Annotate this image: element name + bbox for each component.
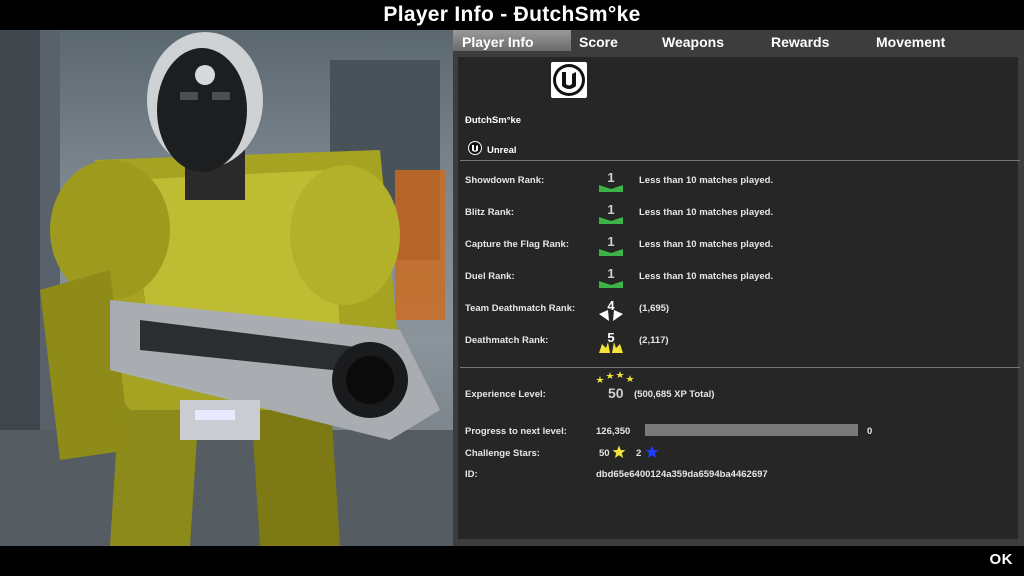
team-label: Unreal	[487, 145, 517, 156]
duel-rank-badge: 1	[596, 266, 626, 291]
showdown-rank-badge: 1	[596, 170, 626, 195]
id-label: ID:	[465, 469, 478, 480]
blue-star-count: 2	[636, 448, 642, 459]
rank-label: Team Deathmatch Rank:	[465, 303, 576, 314]
experience-label: Experience Level:	[465, 389, 546, 400]
blitz-rank-badge: 1	[596, 202, 626, 227]
tab-rewards[interactable]: Rewards	[771, 30, 829, 51]
bottom-bar: OK	[0, 546, 1024, 576]
rank-note: Less than 10 matches played.	[639, 271, 774, 282]
progress-remaining: 0	[867, 426, 873, 437]
tab-score[interactable]: Score	[579, 30, 618, 51]
tab-player-info[interactable]: Player Info	[453, 30, 571, 51]
gold-star-icon	[612, 445, 626, 462]
progress-label: Progress to next level:	[465, 426, 567, 437]
ok-button[interactable]: OK	[990, 551, 1014, 568]
divider	[460, 160, 1020, 161]
character-render	[0, 30, 453, 546]
window-title: Player Info - ÐutchSm°ke	[0, 0, 1024, 30]
team-logo-icon	[468, 141, 482, 155]
ctf-rank-badge: 1	[596, 234, 626, 259]
tab-movement[interactable]: Movement	[876, 30, 945, 51]
team-deathmatch-rank-badge: 4	[596, 298, 626, 323]
player-name: ÐutchSm°ke	[465, 115, 522, 126]
level-progress-fill	[645, 424, 858, 436]
divider	[460, 367, 1020, 368]
rank-label: Deathmatch Rank:	[465, 335, 549, 346]
level-progress-bar	[645, 424, 858, 436]
rank-note: Less than 10 matches played.	[639, 175, 774, 186]
gold-star-count: 50	[599, 448, 610, 459]
unreal-logo-icon	[551, 62, 587, 98]
experience-level: 50	[608, 385, 624, 401]
blue-star-icon	[645, 445, 659, 462]
player-info-panel: Player Info Score Weapons Rewards Moveme…	[453, 30, 1024, 546]
rank-note: (1,695)	[639, 303, 670, 314]
rank-note: Less than 10 matches played.	[639, 207, 774, 218]
rank-label: Blitz Rank:	[465, 207, 515, 218]
rank-note: (2,117)	[639, 335, 669, 346]
tab-bar: Player Info Score Weapons Rewards Moveme…	[453, 30, 1024, 51]
rank-note: Less than 10 matches played.	[639, 239, 774, 250]
rank-label: Duel Rank:	[465, 271, 515, 282]
deathmatch-rank-badge: 5	[596, 330, 626, 355]
challenge-stars-label: Challenge Stars:	[465, 448, 540, 459]
tab-weapons[interactable]: Weapons	[662, 30, 724, 51]
player-info-content: ÐutchSm°ke Unreal Showdown Rank: 1 Less …	[458, 57, 1020, 539]
progress-current: 126,350	[596, 426, 631, 437]
player-id: dbd65e6400124a359da6594ba4462697	[596, 469, 768, 480]
experience-total: (500,685 XP Total)	[634, 389, 715, 400]
rank-label: Capture the Flag Rank:	[465, 239, 569, 250]
rank-label: Showdown Rank:	[465, 175, 545, 186]
